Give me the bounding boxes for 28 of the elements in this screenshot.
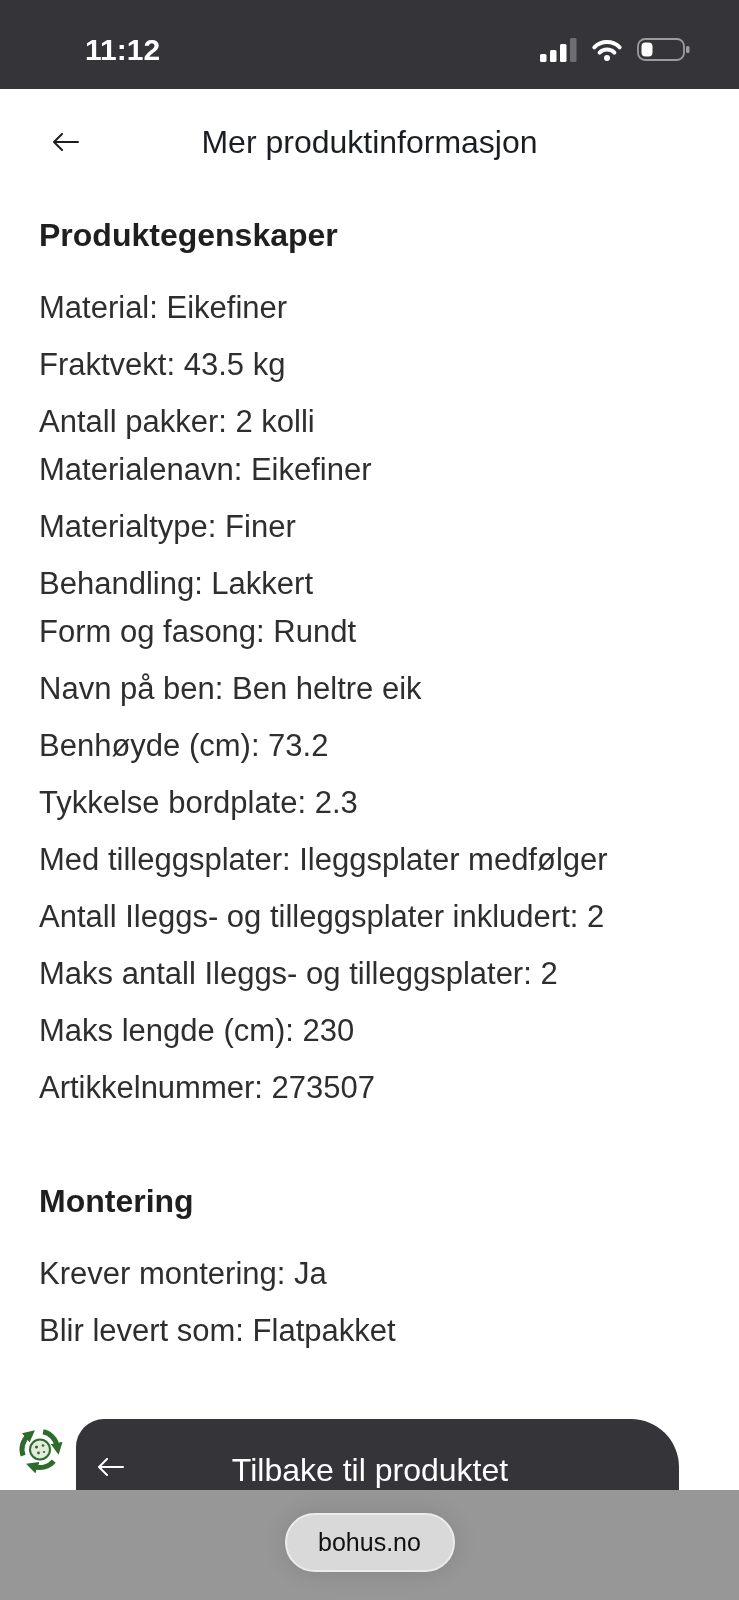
back-icon[interactable]: [52, 133, 79, 151]
signal-icon: [540, 37, 577, 62]
property-text: Med tilleggsplater: Ileggsplater medfølger: [39, 841, 608, 879]
property-text: Material: Eikefiner: [39, 289, 288, 327]
property-text: Krever montering: Ja: [39, 1255, 327, 1293]
property-text: Maks lengde (cm): 230: [39, 1012, 355, 1050]
address-bar[interactable]: bohus.no: [284, 1513, 455, 1572]
section-heading: Produktegenskaper: [39, 216, 339, 255]
property-text: Fraktvekt: 43.5 kg: [39, 346, 286, 384]
back-arrow-icon: [97, 1458, 124, 1476]
wifi-icon: [591, 38, 623, 61]
page-title: Mer produktinformasjon: [200, 123, 539, 162]
property-text: Antall Ileggs- og tilleggsplater inkludert: 2: [39, 898, 605, 936]
property-text: Form og fasong: Rundt: [39, 613, 357, 651]
property-text: Tykkelse bordplate: 2.3: [39, 784, 358, 822]
property-text: Antall pakker: 2 kolli: [39, 403, 315, 441]
property-text: Benhøyde (cm): 73.2: [39, 727, 329, 765]
property-text: Navn på ben: Ben heltre eik: [39, 670, 422, 708]
property-text: Maks antall Ileggs- og tilleggsplater: 2: [39, 955, 558, 993]
battery-icon: [637, 38, 690, 61]
property-text: Artikkelnummer: 273507: [39, 1069, 375, 1107]
property-text: Blir levert som: Flatpakket: [39, 1312, 396, 1350]
status-time: 11:12: [85, 31, 161, 68]
section-heading: Montering: [39, 1182, 195, 1221]
property-text: Behandling: Lakkert: [39, 565, 314, 603]
property-text: Materialtype: Finer: [39, 508, 296, 546]
property-text: Materialenavn: Eikefiner: [39, 451, 372, 489]
back-to-product-button[interactable]: Tilbake til produktet: [76, 1419, 679, 1490]
